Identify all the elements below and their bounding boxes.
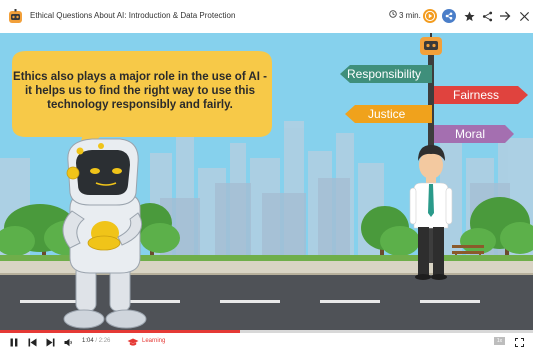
page-title: Ethical Questions About AI: Introduction… — [30, 11, 236, 20]
sign-fairness: Fairness — [453, 88, 500, 102]
arrow-right-icon[interactable] — [498, 9, 512, 23]
robot-logo-icon — [8, 9, 23, 24]
duration-text: 3 min. — [399, 10, 421, 20]
share-circle-icon[interactable] — [442, 9, 456, 23]
total-time: 2:26 — [98, 338, 111, 344]
skip-back-icon[interactable] — [27, 337, 37, 347]
share-icon[interactable] — [480, 9, 494, 23]
clock-icon — [389, 10, 397, 20]
player-controls: 1:04 / 2:26 Learning 1x — [0, 333, 533, 350]
play-circle-icon[interactable] — [423, 9, 437, 23]
lesson-scene: Ethics also plays a major role in the us… — [0, 33, 533, 330]
graduation-cap-icon — [127, 337, 139, 347]
pause-icon[interactable] — [9, 337, 19, 347]
speech-bubble-text: Ethics also plays a major role in the us… — [13, 71, 267, 111]
fullscreen-icon[interactable] — [514, 337, 524, 347]
current-time: 1:04 — [82, 338, 94, 344]
sign-responsibility: Responsibility — [347, 67, 422, 81]
sign-justice: Justice — [368, 107, 406, 121]
volume-icon[interactable] — [63, 337, 73, 347]
top-bar: Ethical Questions About AI: Introduction… — [0, 0, 533, 33]
time-display: 1:04 / 2:26 — [82, 338, 111, 344]
duration: 3 min. — [389, 10, 421, 20]
close-icon[interactable] — [517, 9, 531, 23]
sign-moral: Moral — [455, 127, 486, 141]
course-label[interactable]: Learning — [142, 338, 165, 344]
playback-speed[interactable]: 1x — [494, 337, 505, 345]
skip-forward-icon[interactable] — [45, 337, 55, 347]
star-icon[interactable] — [462, 9, 476, 23]
